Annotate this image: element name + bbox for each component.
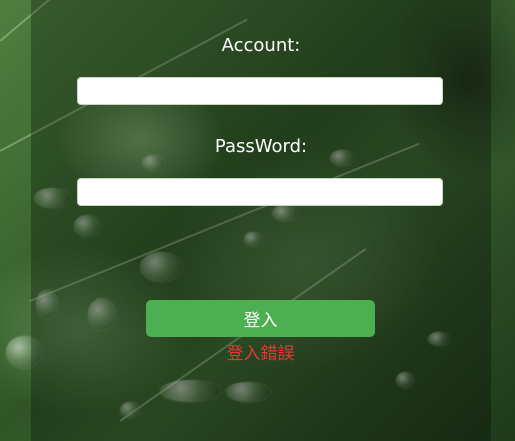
password-input[interactable] [77,178,443,206]
login-button[interactable]: 登入 [146,300,375,337]
login-panel [31,0,491,441]
error-message: 登入錯誤 [226,344,295,364]
account-input[interactable] [77,77,443,105]
account-label: Account: [221,35,301,56]
password-label: PassWord: [214,136,308,157]
